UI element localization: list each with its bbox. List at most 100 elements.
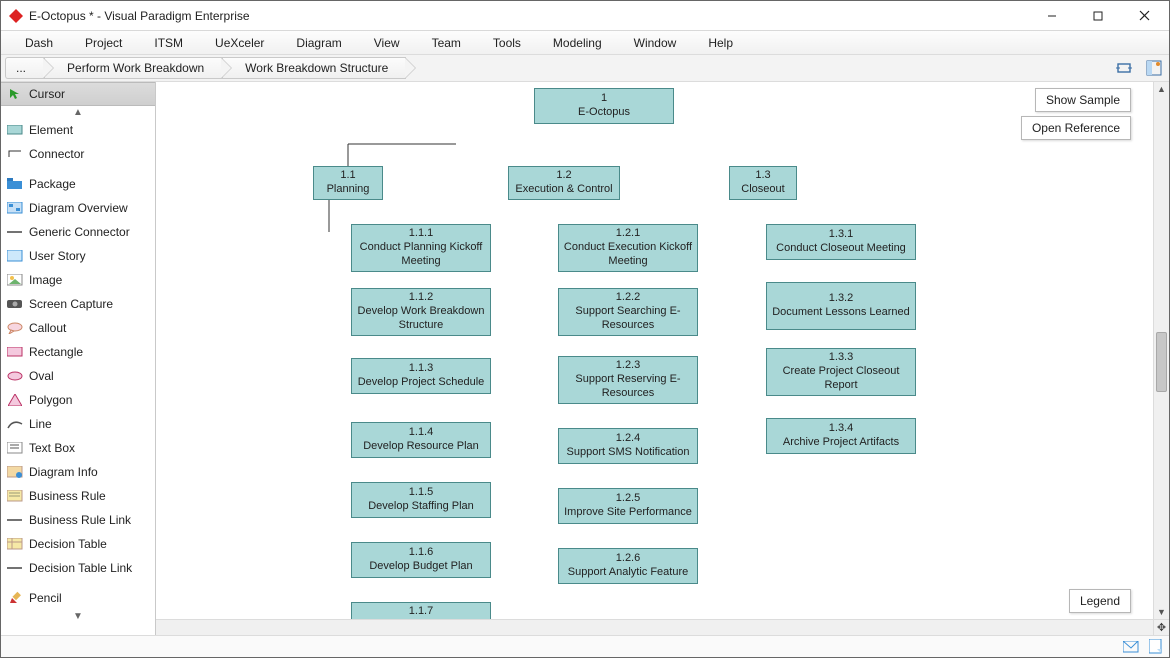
wbs-e6[interactable]: 1.2.6Support Analytic Feature bbox=[558, 548, 698, 584]
status-bar bbox=[1, 635, 1169, 657]
wbs-e4[interactable]: 1.2.4Support SMS Notification bbox=[558, 428, 698, 464]
breadcrumb-root[interactable]: ... bbox=[5, 57, 44, 79]
palette-diagram-overview[interactable]: Diagram Overview bbox=[1, 196, 155, 220]
open-reference-button[interactable]: Open Reference bbox=[1021, 116, 1131, 140]
breadcrumb-wbs[interactable]: Work Breakdown Structure bbox=[222, 57, 406, 79]
menu-project[interactable]: Project bbox=[69, 33, 138, 53]
palette-diagram-info[interactable]: Diagram Info bbox=[1, 460, 155, 484]
wbs-p7[interactable]: 1.1.7 bbox=[351, 602, 491, 619]
palette-business-rule-link[interactable]: Business Rule Link bbox=[1, 508, 155, 532]
palette-diagram-info-label: Diagram Info bbox=[29, 465, 98, 479]
screen-capture-icon bbox=[7, 297, 23, 311]
menu-help[interactable]: Help bbox=[692, 33, 749, 53]
menu-diagram[interactable]: Diagram bbox=[280, 33, 357, 53]
wbs-e2[interactable]: 1.2.2Support Searching E-Resources bbox=[558, 288, 698, 336]
maximize-button[interactable] bbox=[1075, 1, 1121, 30]
palette-connector[interactable]: Connector bbox=[1, 142, 155, 166]
wbs-e1[interactable]: 1.2.1Conduct Execution Kickoff Meeting bbox=[558, 224, 698, 272]
wbs-p1[interactable]: 1.1.1Conduct Planning Kickoff Meeting bbox=[351, 224, 491, 272]
palette-rectangle[interactable]: Rectangle bbox=[1, 340, 155, 364]
decision-table-icon bbox=[7, 537, 23, 551]
scroll-thumb[interactable] bbox=[1156, 332, 1167, 392]
legend-button[interactable]: Legend bbox=[1069, 589, 1131, 613]
palette-package[interactable]: Package bbox=[1, 172, 155, 196]
window-title: E-Octopus * - Visual Paradigm Enterprise bbox=[29, 9, 250, 23]
wbs-p6[interactable]: 1.1.6Develop Budget Plan bbox=[351, 542, 491, 578]
wbs-c4[interactable]: 1.3.4Archive Project Artifacts bbox=[766, 418, 916, 454]
palette-user-story-label: User Story bbox=[29, 249, 86, 263]
toolbar-panel-icon[interactable] bbox=[1143, 57, 1165, 79]
palette-callout[interactable]: Callout bbox=[1, 316, 155, 340]
palette-decision-table-label: Decision Table bbox=[29, 537, 107, 551]
app-window: E-Octopus * - Visual Paradigm Enterprise… bbox=[0, 0, 1170, 658]
toolbar-fit-icon[interactable] bbox=[1113, 57, 1135, 79]
show-sample-button[interactable]: Show Sample bbox=[1035, 88, 1131, 112]
close-button[interactable] bbox=[1121, 1, 1167, 30]
palette-polygon[interactable]: Polygon bbox=[1, 388, 155, 412]
palette-element-label: Element bbox=[29, 123, 73, 137]
diagram-connectors bbox=[156, 82, 456, 232]
palette-decision-table[interactable]: Decision Table bbox=[1, 532, 155, 556]
palette-line[interactable]: Line bbox=[1, 412, 155, 436]
wbs-closeout[interactable]: 1.3 Closeout bbox=[729, 166, 797, 200]
pencil-icon bbox=[7, 591, 23, 605]
wbs-c1[interactable]: 1.3.1Conduct Closeout Meeting bbox=[766, 224, 916, 260]
palette-scroll-up[interactable]: ▲ bbox=[1, 106, 155, 118]
horizontal-scrollbar[interactable] bbox=[156, 619, 1153, 635]
palette-cursor[interactable]: Cursor bbox=[1, 82, 155, 106]
wbs-root-num: 1 bbox=[601, 92, 607, 106]
wbs-p2[interactable]: 1.1.2Develop Work Breakdown Structure bbox=[351, 288, 491, 336]
wbs-execution[interactable]: 1.2 Execution & Control bbox=[508, 166, 620, 200]
breadcrumb-work-breakdown[interactable]: Perform Work Breakdown bbox=[44, 57, 222, 79]
scroll-up-icon[interactable]: ▲ bbox=[1155, 82, 1169, 96]
palette-element[interactable]: Element bbox=[1, 118, 155, 142]
menu-uexceler[interactable]: UeXceler bbox=[199, 33, 280, 53]
note-icon[interactable] bbox=[1147, 639, 1163, 655]
wbs-e5[interactable]: 1.2.5Improve Site Performance bbox=[558, 488, 698, 524]
wbs-planning[interactable]: 1.1 Planning bbox=[313, 166, 383, 200]
text-box-icon bbox=[7, 441, 23, 455]
menu-view[interactable]: View bbox=[358, 33, 416, 53]
menu-tools[interactable]: Tools bbox=[477, 33, 537, 53]
business-rule-link-icon bbox=[7, 513, 23, 527]
wbs-root-label: E-Octopus bbox=[578, 106, 630, 120]
diagram-info-icon bbox=[7, 465, 23, 479]
menu-team[interactable]: Team bbox=[416, 33, 477, 53]
palette-business-rule-label: Business Rule bbox=[29, 489, 106, 503]
palette-pencil[interactable]: Pencil bbox=[1, 586, 155, 610]
menu-bar: Dash Project ITSM UeXceler Diagram View … bbox=[1, 31, 1169, 55]
menu-modeling[interactable]: Modeling bbox=[537, 33, 618, 53]
palette-screen-capture-label: Screen Capture bbox=[29, 297, 113, 311]
vertical-scrollbar[interactable]: ▲ ▼ bbox=[1153, 82, 1169, 619]
palette-decision-table-link[interactable]: Decision Table Link bbox=[1, 556, 155, 580]
image-icon bbox=[7, 273, 23, 287]
breadcrumb-second-label: Perform Work Breakdown bbox=[67, 61, 204, 75]
palette-business-rule-link-label: Business Rule Link bbox=[29, 513, 131, 527]
palette-decision-table-link-label: Decision Table Link bbox=[29, 561, 132, 575]
scroll-down-icon[interactable]: ▼ bbox=[1155, 605, 1169, 619]
palette-oval[interactable]: Oval bbox=[1, 364, 155, 388]
wbs-e3[interactable]: 1.2.3Support Reserving E-Resources bbox=[558, 356, 698, 404]
palette-image[interactable]: Image bbox=[1, 268, 155, 292]
palette-screen-capture[interactable]: Screen Capture bbox=[1, 292, 155, 316]
palette-generic-connector[interactable]: Generic Connector bbox=[1, 220, 155, 244]
minimize-button[interactable] bbox=[1029, 1, 1075, 30]
palette-pencil-label: Pencil bbox=[29, 591, 62, 605]
palette-user-story[interactable]: User Story bbox=[1, 244, 155, 268]
wbs-p3[interactable]: 1.1.3Develop Project Schedule bbox=[351, 358, 491, 394]
diagram-canvas[interactable]: 1 E-Octopus 1.1 Planning 1.2 Execution &… bbox=[156, 82, 1153, 619]
wbs-c3[interactable]: 1.3.3Create Project Closeout Report bbox=[766, 348, 916, 396]
palette-scroll-down[interactable]: ▼ bbox=[1, 610, 155, 622]
palette-text-box[interactable]: Text Box bbox=[1, 436, 155, 460]
palette-text-box-label: Text Box bbox=[29, 441, 75, 455]
wbs-p5[interactable]: 1.1.5Develop Staffing Plan bbox=[351, 482, 491, 518]
mail-icon[interactable] bbox=[1123, 639, 1139, 655]
wbs-c2[interactable]: 1.3.2Document Lessons Learned bbox=[766, 282, 916, 330]
menu-itsm[interactable]: ITSM bbox=[138, 33, 199, 53]
palette-business-rule[interactable]: Business Rule bbox=[1, 484, 155, 508]
wbs-p4[interactable]: 1.1.4Develop Resource Plan bbox=[351, 422, 491, 458]
wbs-root[interactable]: 1 E-Octopus bbox=[534, 88, 674, 124]
menu-window[interactable]: Window bbox=[618, 33, 693, 53]
menu-dash[interactable]: Dash bbox=[9, 33, 69, 53]
move-handle-icon[interactable]: ✥ bbox=[1153, 619, 1169, 635]
